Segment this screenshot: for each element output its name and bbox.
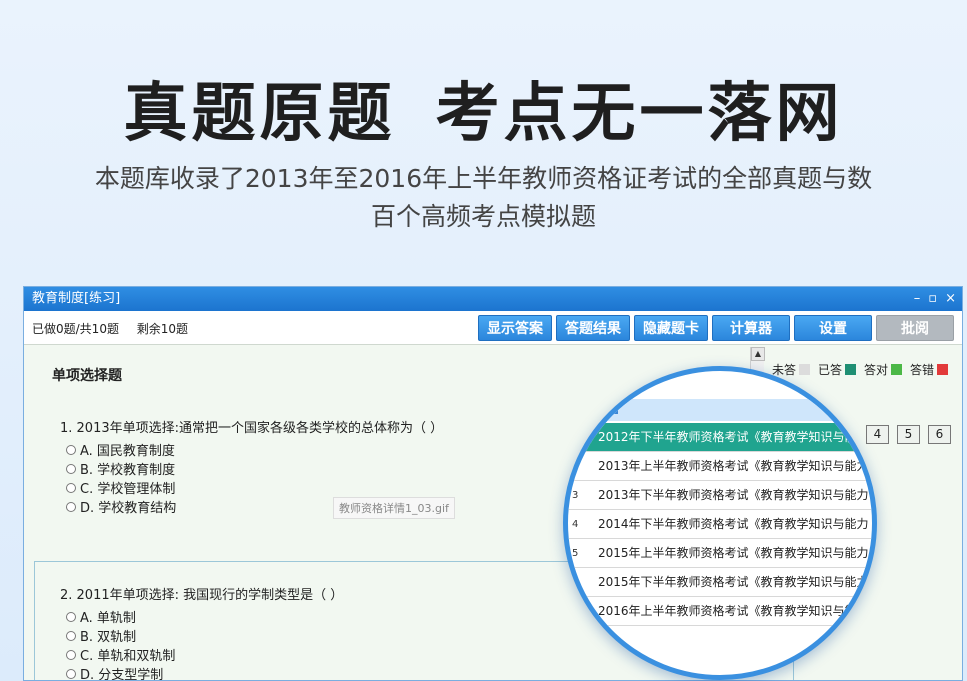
window-titlebar: 教育制度[练习] – ▫ × [24, 287, 962, 311]
option-label: C. 单轨和双轨制 [80, 649, 176, 664]
legend-swatch [799, 364, 811, 375]
question-number-button[interactable]: 6 [928, 425, 951, 444]
headline-part1: 真题原题 [123, 77, 396, 151]
radio-icon[interactable] [66, 611, 76, 622]
exam-paper-item[interactable]: 2016年上半年教师资格考试《教育教学知识与能 [568, 597, 872, 626]
progress-remaining: 剩余10题 [136, 322, 189, 336]
progress-done: 已做0题/共10题 [32, 322, 119, 336]
review-button[interactable]: 批阅 [876, 315, 954, 341]
answer-legend: 未答 已答 答对 答错 [772, 361, 949, 378]
page-headline: 真题原题 考点无一落网 [0, 62, 967, 154]
exam-paper-item[interactable]: 2015年下半年教师资格考试《教育教学知识与能力 [568, 568, 872, 597]
radio-icon[interactable] [66, 649, 76, 660]
page-subtitle: 本题库收录了2013年至2016年上半年教师资格证考试的全部真题与数 百个高频考… [40, 160, 927, 236]
legend-label: 答对 [864, 363, 889, 377]
scroll-up-icon[interactable]: ▲ [751, 347, 765, 361]
legend-swatch [891, 364, 903, 375]
exam-paper-item[interactable]: 5 2015年上半年教师资格考试《教育教学知识与能力 [568, 539, 872, 568]
radio-icon[interactable] [66, 630, 76, 641]
item-title: 2012年下半年教师资格考试《教育教学知识与能 [598, 430, 857, 444]
magnified-list-header [568, 399, 872, 421]
option-label: D. 学校教育结构 [80, 501, 177, 516]
subtitle-line2: 百个高频考点模拟题 [370, 202, 596, 231]
option-label: B. 双轨制 [80, 630, 137, 645]
image-filename-tooltip: 教师资格详情1_03.gif [333, 497, 455, 519]
option-label: C. 学校管理体制 [80, 482, 176, 497]
item-index: 5 [572, 548, 579, 559]
calculator-button[interactable]: 计算器 [712, 315, 790, 341]
legend-answered: 已答 [818, 361, 857, 378]
legend-label: 已答 [818, 363, 843, 377]
option-label: A. 国民教育制度 [80, 444, 175, 459]
option-b[interactable]: B. 学校教育制度 [60, 459, 443, 478]
question-stem: 1. 2013年单项选择:通常把一个国家各级各类学校的总体称为（ ） [60, 421, 444, 436]
exam-paper-item[interactable]: 2013年上半年教师资格考试《教育教学知识与能力 [568, 452, 872, 481]
legend-swatch [937, 364, 949, 375]
question-number-grid: 4 5 6 [866, 425, 951, 444]
question-number-button[interactable]: 5 [897, 425, 920, 444]
window-title: 教育制度[练习] [32, 291, 121, 306]
option-label: D. 分支型学制 [80, 668, 164, 681]
list-icon [608, 406, 618, 414]
option-label: A. 单轨制 [80, 611, 136, 626]
option-label: B. 学校教育制度 [80, 463, 176, 478]
close-icon[interactable]: × [945, 287, 956, 311]
legend-label: 答错 [910, 363, 935, 377]
legend-wrong: 答错 [910, 361, 949, 378]
toolbar-buttons: 显示答案 答题结果 隐藏题卡 计算器 设置 批阅 [478, 315, 954, 341]
magnifier-callout: 2012年下半年教师资格考试《教育教学知识与能 2013年上半年教师资格考试《教… [563, 366, 877, 680]
exam-paper-item[interactable]: 3 2013年下半年教师资格考试《教育教学知识与能力 [568, 481, 872, 510]
show-answer-button[interactable]: 显示答案 [478, 315, 552, 341]
question-stem: 2. 2011年单项选择: 我国现行的学制类型是（ ） [60, 588, 344, 603]
item-title: 2016年上半年教师资格考试《教育教学知识与能 [598, 604, 857, 618]
option-a[interactable]: A. 单轨制 [60, 607, 343, 626]
legend-swatch [845, 364, 857, 375]
window-controls: – ▫ × [914, 287, 956, 311]
section-title: 单项选择题 [52, 368, 122, 384]
option-c[interactable]: C. 单轨和双轨制 [60, 645, 343, 664]
item-title: 2013年上半年教师资格考试《教育教学知识与能力 [598, 459, 869, 473]
toolbar: 已做0题/共10题 剩余10题 显示答案 答题结果 隐藏题卡 计算器 设置 批阅 [24, 311, 962, 345]
settings-button[interactable]: 设置 [794, 315, 872, 341]
item-title: 2013年下半年教师资格考试《教育教学知识与能力 [598, 488, 869, 502]
hide-card-button[interactable]: 隐藏题卡 [634, 315, 708, 341]
maximize-icon[interactable]: ▫ [928, 287, 937, 311]
item-title: 2015年上半年教师资格考试《教育教学知识与能力 [598, 546, 869, 560]
answer-result-button[interactable]: 答题结果 [556, 315, 630, 341]
question-2: 2. 2011年单项选择: 我国现行的学制类型是（ ） A. 单轨制 B. 双轨… [60, 584, 344, 681]
exam-paper-list: 2012年下半年教师资格考试《教育教学知识与能 2013年上半年教师资格考试《教… [568, 423, 872, 626]
option-d[interactable]: D. 分支型学制 [60, 664, 343, 681]
minimize-icon[interactable]: – [914, 287, 921, 311]
exam-paper-item[interactable]: 4 2014年下半年教师资格考试《教育教学知识与能力 [568, 510, 872, 539]
item-title: 2015年下半年教师资格考试《教育教学知识与能力 [598, 575, 869, 589]
legend-unanswered: 未答 [772, 361, 811, 378]
exam-paper-item[interactable]: 2012年下半年教师资格考试《教育教学知识与能 [568, 423, 872, 452]
radio-icon[interactable] [66, 482, 76, 493]
option-a[interactable]: A. 国民教育制度 [60, 440, 443, 459]
progress-info: 已做0题/共10题 剩余10题 [32, 320, 202, 337]
item-index: 3 [572, 490, 579, 501]
headline-part2: 考点无一落网 [435, 77, 844, 151]
radio-icon[interactable] [66, 668, 76, 679]
radio-icon[interactable] [66, 463, 76, 474]
legend-correct: 答对 [864, 361, 903, 378]
item-title: 2014年下半年教师资格考试《教育教学知识与能力 [598, 517, 869, 531]
radio-icon[interactable] [66, 444, 76, 455]
option-b[interactable]: B. 双轨制 [60, 626, 343, 645]
radio-icon[interactable] [66, 501, 76, 512]
subtitle-line1: 本题库收录了2013年至2016年上半年教师资格证考试的全部真题与数 [94, 164, 873, 193]
legend-label: 未答 [772, 363, 797, 377]
option-c[interactable]: C. 学校管理体制 [60, 478, 443, 497]
item-index: 4 [572, 519, 579, 530]
